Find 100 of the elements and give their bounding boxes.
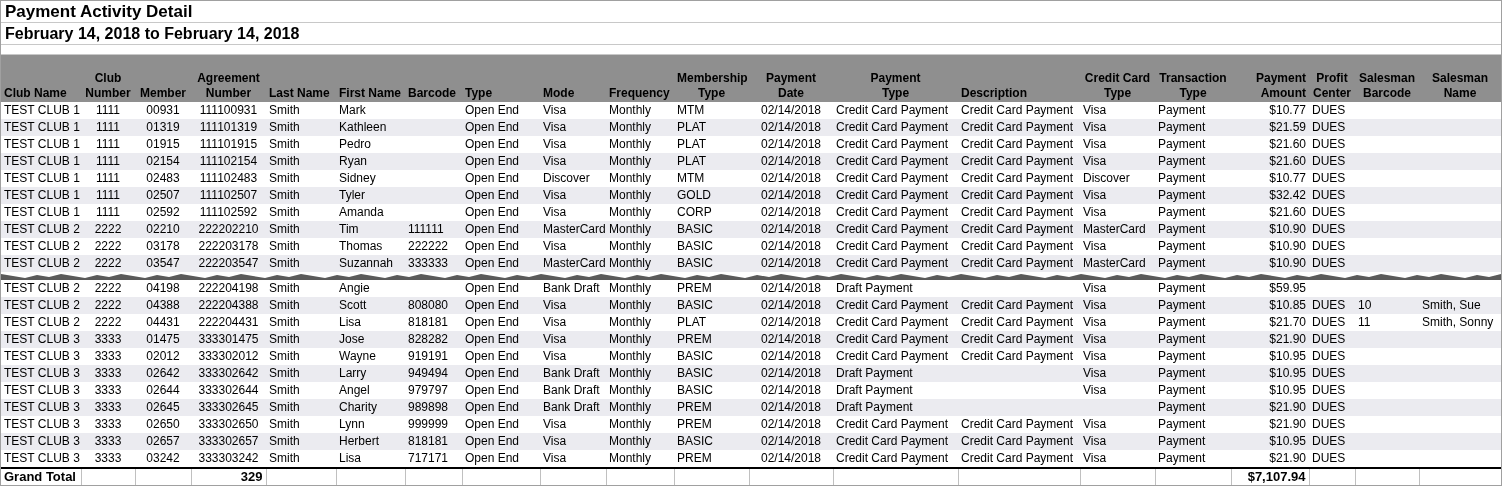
table-cell: Payment xyxy=(1158,281,1206,295)
table-cell: Open End xyxy=(465,349,520,363)
table-cell: Visa xyxy=(543,451,567,465)
column-header: Member xyxy=(135,55,191,102)
table-cell: DUES xyxy=(1312,434,1346,448)
table-cell: 02012 xyxy=(146,349,180,363)
table-cell: Open End xyxy=(465,103,520,117)
table-cell: Visa xyxy=(1083,205,1107,219)
table-cell: TEST CLUB 1 xyxy=(4,171,80,185)
table-cell: 02507 xyxy=(146,188,180,202)
table-cell: TEST CLUB 3 xyxy=(4,383,80,397)
table-cell: 02/14/2018 xyxy=(760,281,822,295)
table-cell: DUES xyxy=(1312,383,1346,397)
column-header: Description xyxy=(958,55,1080,102)
column-header: Last Name xyxy=(266,55,336,102)
table-cell: Visa xyxy=(543,239,567,253)
table-cell: DUES xyxy=(1312,451,1346,465)
table-cell: Suzannah xyxy=(339,256,394,270)
table-cell: Monthly xyxy=(609,171,652,185)
table-cell: TEST CLUB 1 xyxy=(4,154,80,168)
table-cell: 03242 xyxy=(146,451,180,465)
table-cell: 02/14/2018 xyxy=(760,451,822,465)
table-cell: Smith xyxy=(269,400,300,414)
table-cell: MasterCard xyxy=(543,222,606,236)
table-cell: MasterCard xyxy=(1083,222,1146,236)
table-cell: Payment xyxy=(1158,137,1206,151)
table-cell: TEST CLUB 3 xyxy=(4,451,80,465)
table-cell: Monthly xyxy=(609,222,652,236)
table-cell: Monthly xyxy=(609,103,652,117)
table-cell: Draft Payment xyxy=(836,400,913,414)
table-cell: 11 xyxy=(1358,315,1371,329)
table-cell: 04198 xyxy=(146,281,180,295)
table-cell: Open End xyxy=(465,434,520,448)
table-cell: 02657 xyxy=(146,434,180,448)
column-header: Club Number xyxy=(81,55,135,102)
table-cell: 02645 xyxy=(146,400,180,414)
column-header: Barcode xyxy=(405,55,462,102)
column-header: Credit Card Type xyxy=(1080,55,1155,102)
table-cell: Monthly xyxy=(609,417,652,431)
table-cell: Monthly xyxy=(609,383,652,397)
table-cell: Smith xyxy=(269,434,300,448)
table-cell: Visa xyxy=(543,154,567,168)
column-header: Agreement Number xyxy=(191,55,266,102)
total-value: $7,107.94 xyxy=(1247,469,1306,484)
table-cell: Payment xyxy=(1158,451,1206,465)
table-cell: Thomas xyxy=(339,239,383,253)
table-cell: Larry xyxy=(339,366,367,380)
table-cell: 3333 xyxy=(94,451,122,465)
table-cell: $21.90 xyxy=(1269,400,1306,414)
table-cell: Payment xyxy=(1158,239,1206,253)
table-cell: 333302650 xyxy=(198,417,259,431)
table-cell: Smith xyxy=(269,417,300,431)
table-cell: Payment xyxy=(1158,349,1206,363)
table-cell: PREM xyxy=(677,281,712,295)
table-cell: 111102154 xyxy=(199,154,258,168)
table-cell: Payment xyxy=(1158,332,1206,346)
table-cell: Monthly xyxy=(609,256,652,270)
table-cell: PLAT xyxy=(677,154,707,168)
table-cell: 02154 xyxy=(146,154,180,168)
table-cell: 2222 xyxy=(94,239,122,253)
table-cell: Credit Card Payment xyxy=(961,205,1074,219)
table-cell: $32.42 xyxy=(1269,188,1306,202)
table-cell: 02/14/2018 xyxy=(760,188,822,202)
table-cell: Open End xyxy=(465,417,520,431)
table-cell: Open End xyxy=(465,154,520,168)
table-cell: Wayne xyxy=(339,349,376,363)
table-cell: Credit Card Payment xyxy=(961,137,1074,151)
table-cell: Smith xyxy=(269,120,300,134)
table-cell: TEST CLUB 2 xyxy=(4,256,80,270)
table-cell: Visa xyxy=(543,137,567,151)
table-cell: Payment xyxy=(1158,315,1206,329)
table-cell: $10.77 xyxy=(1269,171,1306,185)
column-header: Payment Date xyxy=(749,55,833,102)
table-cell: Credit Card Payment xyxy=(836,298,949,312)
table-cell: Smith xyxy=(269,154,300,168)
table-cell: Monthly xyxy=(609,205,652,219)
table-cell: 02644 xyxy=(146,383,180,397)
table-cell: Visa xyxy=(543,417,567,431)
table-cell: Credit Card Payment xyxy=(836,349,949,363)
table-cell: 808080 xyxy=(408,298,449,312)
table-cell: 111100931 xyxy=(199,103,258,117)
table-cell: $10.95 xyxy=(1269,383,1306,397)
table-cell: TEST CLUB 3 xyxy=(4,349,80,363)
table-cell: Visa xyxy=(543,349,567,363)
table-cell: Visa xyxy=(543,205,567,219)
table-cell: Open End xyxy=(465,400,520,414)
table-cell: Smith xyxy=(269,188,300,202)
table-cell: 02/14/2018 xyxy=(760,205,822,219)
table-cell: Bank Draft xyxy=(543,281,600,295)
table-cell: TEST CLUB 3 xyxy=(4,417,80,431)
table-cell: DUES xyxy=(1312,103,1346,117)
table-cell: Discover xyxy=(543,171,590,185)
table-cell: Credit Card Payment xyxy=(836,171,949,185)
table-cell: Visa xyxy=(1083,383,1107,397)
table-cell: Monthly xyxy=(609,400,652,414)
table-cell: Open End xyxy=(465,171,520,185)
table-cell: 222204388 xyxy=(198,298,259,312)
column-header: Payment Amount xyxy=(1231,55,1309,102)
table-cell: Draft Payment xyxy=(836,366,913,380)
table-cell: 04388 xyxy=(146,298,180,312)
